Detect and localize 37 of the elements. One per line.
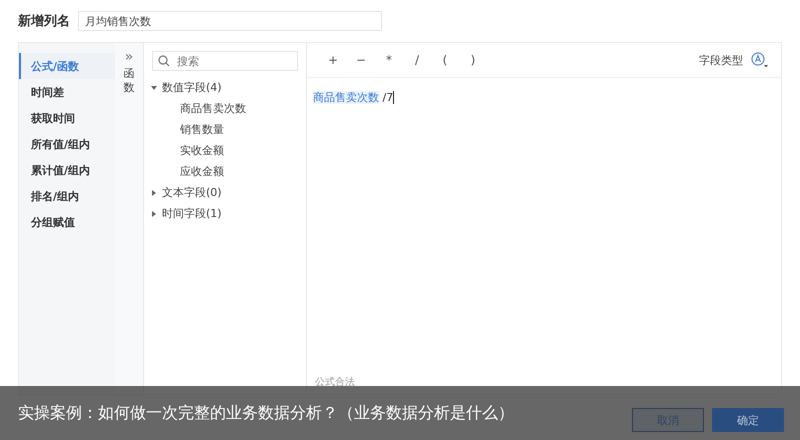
category-tab[interactable]: 获取时间 xyxy=(19,105,115,131)
tree-node-label: 数值字段(4) xyxy=(162,80,222,95)
category-tab[interactable]: 累计值/组内 xyxy=(19,157,115,183)
tree-node[interactable]: 文本字段(0) xyxy=(150,182,300,203)
operator-button[interactable]: * xyxy=(375,53,403,67)
tree-node[interactable]: 时间字段(1) xyxy=(150,203,300,224)
category-tab[interactable]: 所有值/组内 xyxy=(19,131,115,157)
category-tab[interactable]: 排名/组内 xyxy=(19,183,115,209)
tree-node-label: 文本字段(0) xyxy=(162,185,222,200)
category-tab[interactable]: 公式/函数 xyxy=(19,53,115,79)
caret-right-icon[interactable] xyxy=(151,210,157,216)
field-item[interactable]: 商品售卖次数 xyxy=(150,98,300,119)
letter-a-dropdown-icon[interactable] xyxy=(751,52,769,68)
field-type-label: 字段类型 xyxy=(699,52,743,68)
operator-button[interactable]: ( xyxy=(431,53,459,67)
category-tab[interactable]: 时间差 xyxy=(19,79,115,105)
tree-node[interactable]: 数值字段(4) xyxy=(150,77,300,98)
caret-down-icon[interactable] xyxy=(151,84,157,90)
category-tab[interactable]: 分组赋值 xyxy=(19,209,115,235)
field-item[interactable]: 实收金额 xyxy=(150,140,300,161)
field-item[interactable]: 应收金额 xyxy=(150,161,300,182)
tree-node-label: 时间字段(1) xyxy=(162,206,222,221)
confirm-button[interactable]: 确定 xyxy=(712,408,784,432)
search-field[interactable]: 搜索 xyxy=(152,51,298,71)
caption-text: 实操案例：如何做一次完整的业务数据分析？（业务数据分析是什么） xyxy=(18,402,514,424)
expand-icon[interactable]: » xyxy=(124,49,134,65)
operator-button[interactable]: ) xyxy=(459,53,487,67)
caret-right-icon[interactable] xyxy=(151,190,157,196)
formula-editor[interactable]: 商品售卖次数 /7 xyxy=(307,78,781,375)
operator-button[interactable]: − xyxy=(347,53,375,67)
operator-button[interactable]: / xyxy=(403,53,431,67)
function-label: 函数 xyxy=(124,67,134,96)
status-text: 公式合法 xyxy=(314,376,356,390)
field-item[interactable]: 销售数量 xyxy=(150,119,300,140)
operator-button[interactable]: + xyxy=(319,53,347,67)
column-name-field[interactable]: 月均销售次数 xyxy=(78,11,382,31)
column-name-label: 新增列名 xyxy=(18,12,70,30)
